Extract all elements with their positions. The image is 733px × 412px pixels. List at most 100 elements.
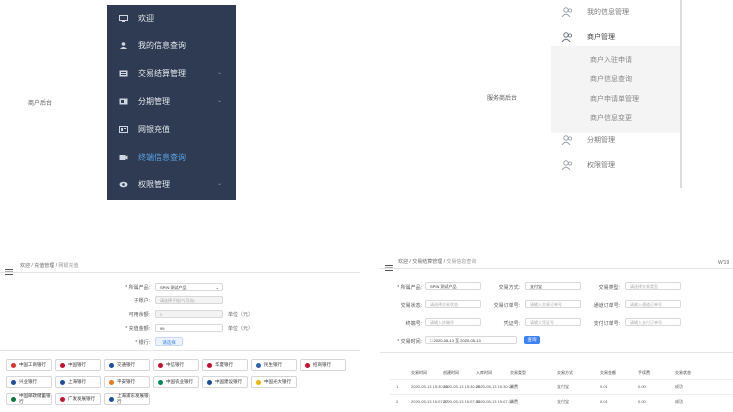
eye-icon xyxy=(119,181,128,188)
breadcrumb: 欢迎 / 充值管理 / 网银充值 xyxy=(20,263,79,269)
bank-option[interactable]: 上海银行 xyxy=(55,376,101,388)
header-right-text: W'19 xyxy=(718,260,730,266)
monitor-icon xyxy=(119,15,128,22)
bank-logo-icon xyxy=(207,362,212,368)
bank-name: 上海银行 xyxy=(68,379,86,384)
user-icon xyxy=(120,42,127,49)
table-cell: 0.00 xyxy=(638,384,646,389)
menu-toggle-icon[interactable] xyxy=(5,262,15,275)
breadcrumb-item[interactable]: 欢迎 xyxy=(20,263,30,269)
bank-logo-icon xyxy=(11,379,16,385)
bank-logo-icon xyxy=(109,396,114,402)
submenu-item-change[interactable]: 商户信息变更 xyxy=(590,113,632,123)
bank-logo-icon xyxy=(207,379,212,385)
date-to: 2020-05-13 xyxy=(460,338,481,343)
balance-input: 0 xyxy=(155,310,223,318)
light-menu-label: 权限管理 xyxy=(587,162,615,169)
chevron-down-icon: ⌄ xyxy=(216,70,222,76)
light-menu-permissions[interactable]: 权限管理 xyxy=(549,155,615,175)
table-cell: 成功 xyxy=(675,384,683,389)
bank-option[interactable]: 招商银行 xyxy=(300,359,346,371)
dark-menu-trade-settlement[interactable]: 交易结算管理 ⌄ xyxy=(107,60,236,87)
bank-logo-icon xyxy=(60,362,65,368)
filter-terminal-input[interactable]: 请输入终端号 xyxy=(425,318,481,326)
dark-menu-my-info[interactable]: 我的信息查询 xyxy=(107,32,236,59)
bank-logo-icon xyxy=(158,362,163,368)
table-cell: 2020-05-13 15:30:26 xyxy=(476,384,514,389)
submenu-item-query[interactable]: 商户信息查询 xyxy=(590,74,632,84)
bank-select-button[interactable]: 请选择 xyxy=(155,337,183,346)
filter-type-select[interactable]: 请选择交易类型 xyxy=(625,282,681,290)
terminal-icon xyxy=(119,155,128,160)
light-menu-installment[interactable]: 分期管理 xyxy=(549,130,615,150)
filter-voucher-label: 凭证号: xyxy=(503,321,520,327)
bank-option[interactable]: 华夏银行 xyxy=(202,359,248,371)
bank-option[interactable]: 中国工商银行 xyxy=(6,359,52,371)
product-select-value: SPIN 测试产品 xyxy=(160,285,187,290)
dark-sidebar: 欢迎 我的信息查询 交易结算管理 ⌄ 分期管理 ⌄ 网银充值 终端信息查询 权限… xyxy=(107,5,236,200)
submenu-item-apply[interactable]: 商户入驻申请 xyxy=(590,55,632,65)
bank-option[interactable]: 平安银行 xyxy=(104,376,150,388)
menu-toggle-icon[interactable] xyxy=(385,258,393,271)
breadcrumb-item[interactable]: 充值管理 xyxy=(34,263,54,269)
dark-menu-label: 网银充值 xyxy=(138,125,170,134)
bank-option[interactable]: 中国光大银行 xyxy=(251,376,297,388)
filter-order-input[interactable]: 请输入交易订单号 xyxy=(525,300,581,308)
bank-option[interactable]: 中国银行 xyxy=(55,359,101,371)
table-header-cell: 交易方式 xyxy=(557,370,573,375)
date-separator: 至 xyxy=(455,338,460,343)
bank-option[interactable]: 上海浦东发展银行 xyxy=(104,393,150,405)
bank-logo-icon xyxy=(256,362,261,368)
table-cell: 0.01 xyxy=(600,384,608,389)
filter-method-select[interactable]: 支付宝 xyxy=(525,282,581,290)
table-header-cell: 手续费 xyxy=(638,370,650,375)
filter-voucher-input[interactable]: 请输入凭证号 xyxy=(525,318,581,326)
bank-option[interactable]: 中国农业银行 xyxy=(153,376,199,388)
filter-payorder-input[interactable]: 请输入支付订单号 xyxy=(625,318,681,326)
light-menu-merchant-mgmt[interactable]: 商户管理 xyxy=(549,27,615,47)
filter-status-label: 交易状态: xyxy=(400,303,422,309)
bank-option[interactable]: 交通银行 xyxy=(104,359,150,371)
search-button[interactable]: 查询 xyxy=(524,336,540,344)
submenu-item-orders[interactable]: 商户申请单管理 xyxy=(590,94,639,104)
bank-name: 交通银行 xyxy=(117,362,135,367)
bank-option[interactable]: 兴业银行 xyxy=(6,376,52,388)
bank-option[interactable]: 民生银行 xyxy=(251,359,297,371)
filter-channel-label: 通道订单号: xyxy=(593,303,620,309)
bank-name: 广发发展银行 xyxy=(68,396,95,401)
product-select[interactable]: SPIN 测试产品 ⌄ xyxy=(155,283,223,291)
dark-menu-installment[interactable]: 分期管理 ⌄ xyxy=(107,88,236,115)
bank-logo-icon xyxy=(158,379,163,385)
bank-logo-icon xyxy=(256,379,261,385)
installment-icon xyxy=(119,98,128,105)
bank-option[interactable]: 中国邮政储蓄银行 xyxy=(6,393,52,405)
breadcrumb-item[interactable]: 交易结算管理 xyxy=(412,259,442,265)
filter-product-label: * 所属产品: xyxy=(397,285,422,291)
filter-product-select[interactable]: SPIN 测试产品 xyxy=(425,282,481,290)
subaccount-input[interactable]: 请选择子账户(可选) xyxy=(155,296,223,304)
light-menu-label: 商户管理 xyxy=(587,34,615,41)
dark-menu-online-recharge[interactable]: 网银充值 xyxy=(107,116,236,143)
breadcrumb-item[interactable]: 欢迎 xyxy=(398,259,408,265)
product-label: * 所属产品: xyxy=(125,285,150,291)
date-label: * 交易时间: xyxy=(397,339,422,345)
dark-menu-permissions[interactable]: 权限管理 ⌄ xyxy=(107,171,236,198)
table-header-cell: 交易类型 xyxy=(510,370,526,375)
dark-menu-welcome[interactable]: 欢迎 xyxy=(107,5,236,32)
card-icon xyxy=(119,126,128,133)
bank-option[interactable]: 中国建设银行 xyxy=(202,376,248,388)
bank-option[interactable]: 中信银行 xyxy=(153,359,199,371)
table-cell: 支付宝 xyxy=(557,384,569,389)
filter-channel-input[interactable]: 请输入通道订单号 xyxy=(625,300,681,308)
users-icon xyxy=(561,7,573,17)
dark-menu-terminal-info[interactable]: 终端信息查询 xyxy=(107,144,236,171)
table-header-cell: 交易状态 xyxy=(675,370,691,375)
filter-status-select[interactable]: 请选择交易状态 xyxy=(425,300,481,308)
date-range-picker[interactable]: □ 2020-05-13 至 2020-05-13 xyxy=(425,336,517,344)
light-menu-my-info[interactable]: 我的信息管理 xyxy=(549,2,629,22)
amount-input[interactable]: 99 xyxy=(155,324,223,332)
breadcrumb-current: 网银充值 xyxy=(58,263,79,269)
table-cell: 2020-05-13 15:30:25 xyxy=(443,384,481,389)
bank-option[interactable]: 广发发展银行 xyxy=(55,393,101,405)
table-row-divider xyxy=(390,379,733,380)
